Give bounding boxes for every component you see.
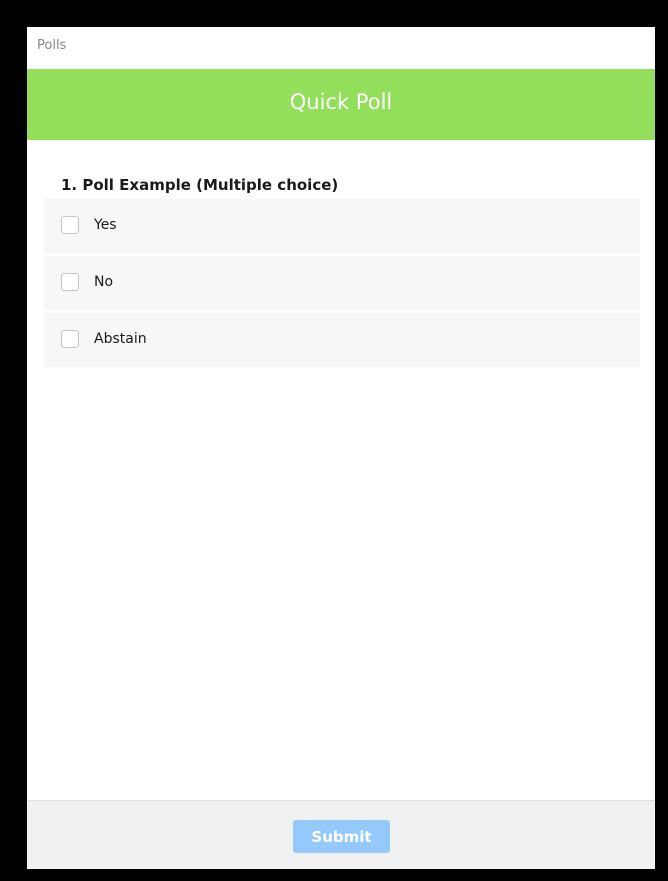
poll-header: Quick Poll <box>27 69 655 140</box>
polls-window: Polls Quick Poll 1. Poll Example (Multip… <box>27 27 655 869</box>
submit-button[interactable]: Submit <box>293 820 390 853</box>
options-list: Yes No Abstain <box>44 199 640 370</box>
option-label-yes: Yes <box>94 217 117 233</box>
option-yes[interactable]: Yes <box>44 199 640 253</box>
option-abstain[interactable]: Abstain <box>44 313 640 367</box>
title-bar: Polls <box>27 27 655 69</box>
option-label-abstain: Abstain <box>94 331 147 347</box>
checkbox-yes[interactable] <box>61 216 79 234</box>
checkbox-no[interactable] <box>61 273 79 291</box>
poll-title: Quick Poll <box>289 90 393 114</box>
option-no[interactable]: No <box>44 256 640 310</box>
checkbox-abstain[interactable] <box>61 330 79 348</box>
footer-bar: Submit <box>27 800 655 869</box>
window-title: Polls <box>37 38 67 53</box>
question-title: 1. Poll Example (Multiple choice) <box>61 176 339 194</box>
option-label-no: No <box>94 274 114 290</box>
